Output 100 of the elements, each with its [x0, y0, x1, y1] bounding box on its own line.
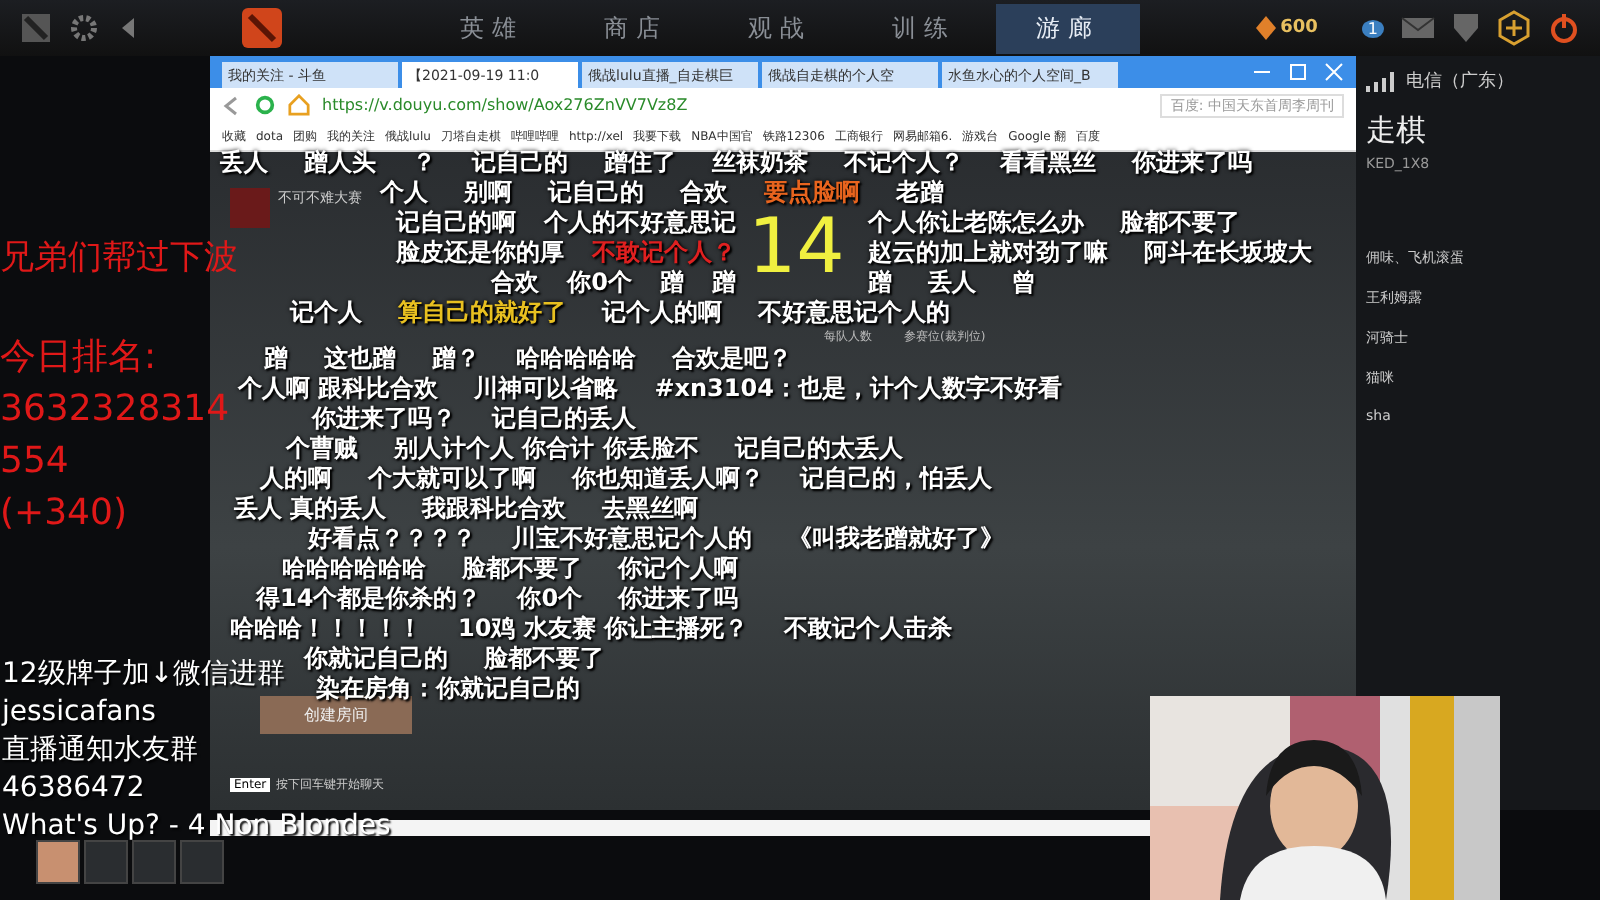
hero-slot[interactable] [36, 840, 80, 884]
danmaku-comment: 蹭人头 [304, 146, 376, 180]
rank-label: 今日排名: [0, 334, 157, 382]
nav-tab[interactable]: 英雄 [420, 3, 564, 53]
danmaku-comment: 记个人的啊 [602, 296, 722, 330]
danmaku-comment: 丢人 [928, 266, 976, 300]
settings-icon[interactable] [68, 12, 100, 44]
danmaku-comment: 你进来了吗 [1132, 146, 1252, 180]
danmaku-comment: 个曹贼 [286, 432, 358, 466]
danmaku-comment: 曾 [1012, 266, 1036, 300]
danmaku-comment: 川神可以省略 [474, 372, 619, 405]
danmaku-comment: 个人啊 跟科比合欢 [238, 372, 439, 405]
danmaku-comment: 你就记自己的 [304, 642, 448, 675]
dota-logo-icon[interactable] [240, 6, 284, 50]
nav-tab[interactable]: 游廊 [996, 3, 1140, 53]
danmaku-comment: 这也蹭 [324, 342, 396, 375]
rank-value: (+340) [0, 490, 127, 538]
danmaku-comment: 脸都不要了 [484, 642, 604, 675]
danmaku-comment: 老蹭 [896, 176, 944, 209]
danmaku-comment: 脸皮还是你的厚 [396, 236, 564, 269]
danmaku-comment: 别啊 [464, 176, 512, 210]
danmaku-comment: 不记个人？ [844, 146, 964, 179]
danmaku-comment: 好看点？？？？ [308, 522, 476, 556]
danmaku-comment: 记自己的啊 [396, 206, 516, 239]
nav-tab[interactable]: 观战 [708, 3, 852, 53]
danmaku-comment: 蹭 [660, 266, 684, 300]
rank-value: 554 [0, 438, 69, 486]
danmaku-comment: 去黑丝啊 [602, 492, 699, 525]
now-playing: What's Up? - 4 Non Blondes [2, 808, 391, 846]
danmaku-comment: 记自己的 [548, 176, 644, 210]
danmaku-comment: 合欢是吧？ [672, 342, 792, 376]
danmaku-comment: 你记个人啊 [618, 552, 738, 585]
danmaku-comment: ？ [412, 146, 436, 180]
danmaku-comment: 哈哈哈！！！！！ [230, 612, 422, 645]
danmaku-comment: 10鸡 水友赛 你让主播死？ [458, 612, 749, 645]
plus-icon[interactable] [1496, 10, 1532, 46]
danmaku-comment: 蹭住了 [604, 146, 676, 180]
info-line: 12级牌子加↓微信进群 [2, 656, 286, 694]
danmaku-comment: 记自己的丢人 [492, 402, 636, 435]
shield-icon[interactable] [1452, 12, 1480, 44]
info-line: jessicafans [2, 694, 156, 732]
nav-tab[interactable]: 训练 [852, 3, 996, 53]
danmaku-comment: 丝袜奶茶 [712, 146, 808, 179]
danmaku-comment: 川宝不好意思记个人的 [512, 522, 752, 556]
currency-amount: 600 [1280, 18, 1318, 38]
close-icon[interactable] [1324, 62, 1344, 82]
url-field[interactable]: https://v.douyu.com/show/Aox276ZnVV7Vz8Z [322, 96, 1149, 114]
danmaku-comment: 蹭 [264, 342, 288, 376]
danmaku-comment: 不好意思记个人的 [758, 296, 950, 330]
danmaku-comment: 蹭 [868, 266, 892, 300]
logo-icon[interactable] [20, 12, 52, 44]
danmaku-comment: 脸都不要了 [1120, 206, 1240, 239]
counter-number: 14 [748, 208, 845, 284]
avatar [230, 188, 270, 228]
stream-notice: 兄弟们帮过下波 [0, 236, 238, 280]
danmaku-comment: 不敢记个人？ [592, 236, 736, 269]
network-label: 电信（广东） [1406, 69, 1514, 94]
danmaku-comment: 蹭？ [432, 342, 480, 375]
danmaku-comment: 算自己的就好了 [398, 296, 566, 330]
danmaku-comment: 阿斗在长坂坡大 [1144, 236, 1312, 270]
maximize-icon[interactable] [1288, 62, 1308, 82]
danmaku-comment: 记自己的，怕丢人 [800, 462, 992, 496]
danmaku-comment: 记自己的太丢人 [734, 432, 903, 466]
danmaku-comment: 得14个都是你杀的？ [256, 582, 482, 616]
signal-icon [1366, 71, 1394, 91]
info-line: 46386472 [2, 770, 145, 808]
danmaku-comment: 哈哈哈哈哈哈 [282, 552, 426, 585]
danmaku-comment: 个人 [380, 176, 428, 210]
home-icon[interactable] [288, 94, 310, 116]
danmaku-comment: 赵云的加上就对劲了嘛 [868, 236, 1108, 269]
danmaku-comment: #xn3104：也是，计个人数字不好看 [654, 372, 1062, 406]
danmaku-comment: 别人计个人 你合计 你丢脸不 [394, 432, 699, 465]
coin-icon [1256, 16, 1277, 40]
mail-icon[interactable] [1400, 16, 1436, 40]
danmaku-comment: 看看黑丝 [1000, 146, 1096, 180]
danmaku-comment: 《叫我老蹭就好了》 [788, 522, 1004, 556]
refresh-icon[interactable] [254, 94, 276, 116]
danmaku-comment: 你进来了吗 [618, 582, 739, 615]
danmaku-comment: 丢人 [220, 146, 268, 180]
panel-title: 走棋 [1366, 112, 1428, 150]
danmaku-comment: 个人你让老陈怎么办 [868, 206, 1084, 239]
danmaku-comment: 记个人 [290, 296, 362, 330]
nav-tab[interactable]: 商店 [564, 3, 708, 53]
power-icon[interactable] [1548, 12, 1580, 44]
rank-value: 3632328314 [0, 386, 230, 434]
danmaku-comment: 个大就可以了啊 [368, 462, 536, 495]
danmaku-comment: 合欢 [491, 266, 540, 299]
danmaku-comment: 哈哈哈哈哈 [516, 342, 636, 375]
danmaku-comment: 记自己的 [472, 146, 568, 180]
danmaku-comment: 人的啊 [260, 462, 332, 495]
danmaku-comment: 个人的不好意思记 [544, 206, 736, 240]
danmaku-comment: 不敢记个人击杀 [784, 612, 953, 646]
danmaku-comment: 你进来了吗？ [312, 402, 456, 435]
info-line: 直播通知水友群 [2, 732, 198, 770]
danmaku-comment: 你0个 [567, 266, 632, 300]
back-icon[interactable] [222, 95, 242, 115]
danmaku-comment: 脸都不要了 [462, 552, 582, 586]
danmaku-comment: 要点脸啊 [764, 176, 860, 210]
danmaku-comment: 蹭 [712, 266, 736, 300]
danmaku-comment: 合欢 [680, 176, 728, 209]
